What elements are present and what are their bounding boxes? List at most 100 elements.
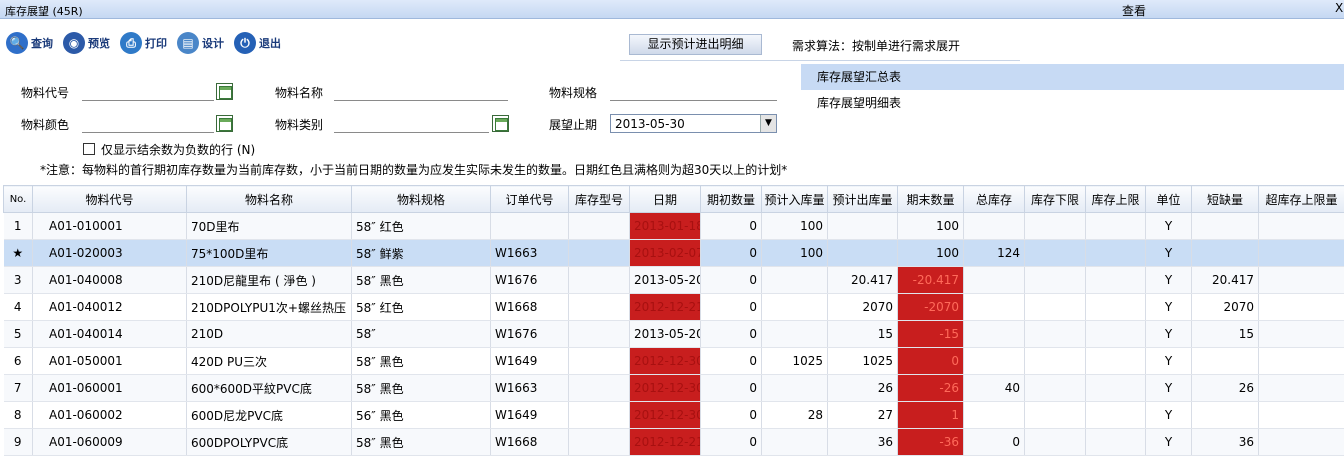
toolbar-button-label: 打印 (145, 35, 167, 51)
cell-over (1259, 429, 1344, 456)
cell-date: 2012-12-21 (630, 429, 701, 456)
show-detail-button[interactable]: 显示预计进出明细 (629, 34, 762, 55)
cell-over (1259, 294, 1344, 321)
table-row[interactable]: 7A01-060001600*600D平紋PVC底58″ 黑色W16632012… (4, 375, 1344, 402)
material-code-lookup-icon[interactable] (216, 83, 233, 100)
material-name-input[interactable] (334, 82, 508, 101)
cell-total (964, 294, 1025, 321)
toolbar-button-label: 查询 (31, 35, 53, 51)
cell-no: ★ (4, 240, 33, 267)
column-header[interactable]: 库存上限 (1086, 186, 1146, 213)
column-header[interactable]: No. (4, 186, 33, 213)
negative-only-checkbox[interactable] (83, 143, 95, 155)
material-spec-input[interactable] (610, 82, 777, 101)
material-type-lookup-icon[interactable] (492, 115, 509, 132)
cell-name: 600DPOLYPVC底 (187, 429, 352, 456)
cell-out: 1025 (828, 348, 898, 375)
grid-body: 1A01-01000170D里布58″ 红色2013-01-180100100Y… (4, 213, 1344, 456)
cell-high (1086, 240, 1146, 267)
toolbar-exit-button[interactable]: ⏻退出 (234, 28, 281, 58)
table-row[interactable]: 9A01-060009600DPOLYPVC底58″ 黑色W16682012-1… (4, 429, 1344, 456)
table-row[interactable]: 4A01-040012210DPOLYPU1次+螺丝热压58″ 红色W16682… (4, 294, 1344, 321)
column-header[interactable]: 超库存上限量 (1259, 186, 1344, 213)
column-header[interactable]: 单位 (1146, 186, 1192, 213)
material-type-input[interactable] (334, 114, 489, 133)
cell-model (569, 402, 630, 429)
horizon-date-select[interactable]: 2013-05-30 ▼ (610, 114, 777, 133)
table-row[interactable]: 1A01-01000170D里布58″ 红色2013-01-180100100Y (4, 213, 1344, 240)
cell-order: W1663 (491, 375, 569, 402)
table-row[interactable]: 8A01-060002600D尼龙PVC底56″ 黑色W16492012-12-… (4, 402, 1344, 429)
cell-in (762, 294, 828, 321)
column-header[interactable]: 期末数量 (898, 186, 964, 213)
column-header[interactable]: 库存下限 (1025, 186, 1086, 213)
material-name-label: 物料名称 (275, 84, 323, 101)
toolbar-design-button[interactable]: ▤设计 (177, 28, 224, 58)
table-row[interactable]: ★A01-02000375*100D里布58″ 鲜紫W16632013-02-0… (4, 240, 1344, 267)
toolbar-print-button[interactable]: ⎙打印 (120, 28, 167, 58)
material-spec-label: 物料规格 (549, 84, 597, 101)
column-header[interactable]: 订单代号 (491, 186, 569, 213)
cell-spec: 58″ 黑色 (352, 267, 491, 294)
cell-low (1025, 267, 1086, 294)
note-text: *注意：每物料的首行期初库存数量为当前库存数，小于当前日期的数量为应发生实际未发… (40, 161, 787, 178)
cell-short: 15 (1192, 321, 1259, 348)
cell-short (1192, 402, 1259, 429)
material-type-label: 物料类别 (275, 116, 323, 133)
column-header[interactable]: 短缺量 (1192, 186, 1259, 213)
cell-spec: 58″ 红色 (352, 213, 491, 240)
column-header[interactable]: 预计入库量 (762, 186, 828, 213)
algorithm-text: 需求算法：按制单进行需求展开 (792, 37, 960, 54)
cell-unit: Y (1146, 321, 1192, 348)
cell-end: 100 (898, 213, 964, 240)
cell-in (762, 429, 828, 456)
cell-total (964, 267, 1025, 294)
cell-low (1025, 321, 1086, 348)
material-color-input[interactable] (82, 114, 214, 133)
cell-spec: 56″ 黑色 (352, 402, 491, 429)
toolbar-button-label: 预览 (88, 35, 110, 51)
print-icon: ⎙ (120, 32, 142, 54)
cell-spec: 58″ 黑色 (352, 429, 491, 456)
cell-name: 75*100D里布 (187, 240, 352, 267)
cell-end: -36 (898, 429, 964, 456)
cell-high (1086, 375, 1146, 402)
toolbar-search-button[interactable]: 🔍查询 (6, 28, 53, 58)
chevron-down-icon[interactable]: ▼ (760, 115, 776, 132)
column-header[interactable]: 物料名称 (187, 186, 352, 213)
nav-detail-report[interactable]: 库存展望明细表 (801, 90, 1344, 116)
cell-low (1025, 375, 1086, 402)
divider (620, 60, 1020, 61)
column-header[interactable]: 总库存 (964, 186, 1025, 213)
column-header[interactable]: 日期 (630, 186, 701, 213)
horizon-date-label: 展望止期 (549, 116, 597, 133)
column-header[interactable]: 物料规格 (352, 186, 491, 213)
close-button[interactable]: X (1335, 1, 1343, 15)
grid-header-row: No.物料代号物料名称物料规格订单代号库存型号日期期初数量预计入库量预计出库量期… (4, 186, 1344, 213)
column-header[interactable]: 物料代号 (33, 186, 187, 213)
column-header[interactable]: 预计出库量 (828, 186, 898, 213)
cell-date: 2012-12-30 (630, 402, 701, 429)
material-color-lookup-icon[interactable] (216, 115, 233, 132)
cell-code: A01-010001 (33, 213, 187, 240)
material-code-input[interactable] (82, 82, 214, 101)
cell-model (569, 294, 630, 321)
material-color-label: 物料颜色 (21, 116, 69, 133)
cell-unit: Y (1146, 429, 1192, 456)
table-row[interactable]: 3A01-040008210D尼龍里布 ( 淨色 )58″ 黑色W1676201… (4, 267, 1344, 294)
table-row[interactable]: 6A01-050001420D PU三次58″ 黑色W16492012-12-3… (4, 348, 1344, 375)
column-header[interactable]: 期初数量 (701, 186, 762, 213)
side-nav: 库存展望汇总表库存展望明细表 (801, 64, 1344, 116)
cell-total: 124 (964, 240, 1025, 267)
table-row[interactable]: 5A01-040014210D58″W16762013-05-20015-15Y… (4, 321, 1344, 348)
toolbar-preview-button[interactable]: ◉预览 (63, 28, 110, 58)
cell-short: 2070 (1192, 294, 1259, 321)
column-header[interactable]: 库存型号 (569, 186, 630, 213)
cell-code: A01-050001 (33, 348, 187, 375)
cell-code: A01-060001 (33, 375, 187, 402)
cell-date: 2012-12-21 (630, 294, 701, 321)
cell-date: 2012-12-30 (630, 375, 701, 402)
cell-over (1259, 321, 1344, 348)
nav-summary-report[interactable]: 库存展望汇总表 (801, 64, 1344, 90)
cell-end: -26 (898, 375, 964, 402)
